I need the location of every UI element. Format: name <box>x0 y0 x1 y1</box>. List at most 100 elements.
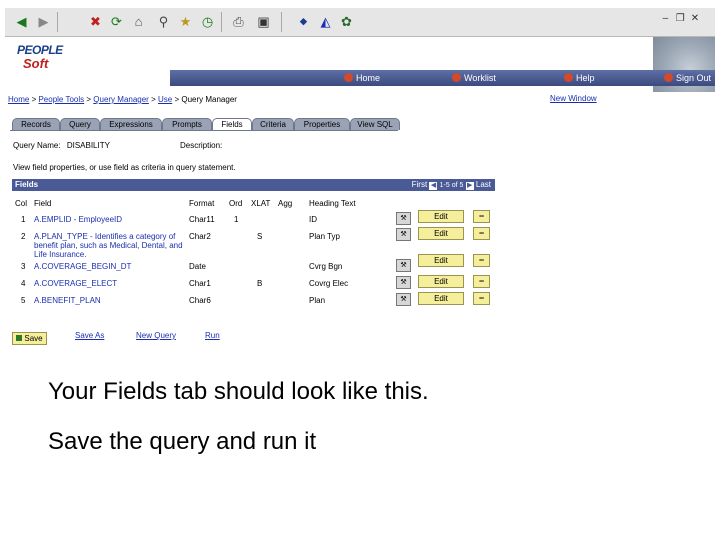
tab-prompts[interactable]: Prompts <box>162 118 212 130</box>
row-field[interactable]: A.PLAN_TYPE - Identifies a category of b… <box>34 232 184 259</box>
criteria-icon[interactable]: ⚒ <box>396 212 411 225</box>
forward-icon[interactable]: ▶ <box>35 13 52 30</box>
save-disk-icon <box>16 335 23 341</box>
home-icon <box>344 73 353 82</box>
criteria-icon[interactable]: ⚒ <box>396 276 411 289</box>
screenshot-frame: ◀ ▶ ✖ ⟳ ⌂ ⚲ ★ ◷ ⎙ ▣ ◆ ◭ ✿ – ❐ ✕ PEOPLE S… <box>5 8 715 352</box>
logo-text-bottom: Soft <box>23 56 49 71</box>
breadcrumb-peopletools[interactable]: People Tools <box>38 95 84 104</box>
col-header-heading: Heading Text <box>309 199 356 208</box>
row-format: Char1 <box>189 279 211 288</box>
toolbar-separator <box>281 12 282 32</box>
minimize-button[interactable]: – <box>659 13 671 24</box>
peoplesoft-header: PEOPLE Soft Home Worklist Help Sign Out <box>5 37 715 92</box>
toolbar-separator <box>57 12 58 32</box>
messenger-icon[interactable]: ◭ <box>317 13 334 30</box>
tab-properties[interactable]: Properties <box>294 118 350 130</box>
remove-button[interactable]: − <box>473 292 490 305</box>
row-heading: ID <box>309 215 317 224</box>
tab-underline <box>10 130 398 131</box>
new-window-link[interactable]: New Window <box>550 94 597 103</box>
save-as-link[interactable]: Save As <box>75 331 104 340</box>
nav-help-label: Help <box>576 73 595 83</box>
nav-worklist[interactable]: Worklist <box>452 72 496 84</box>
nav-home-label: Home <box>356 73 381 83</box>
top-nav-bar: Home Worklist Help Sign Out <box>170 70 715 86</box>
col-header-ord: Ord <box>229 199 243 208</box>
run-link[interactable]: Run <box>205 331 220 340</box>
nav-help[interactable]: Help <box>564 72 595 84</box>
edit-page-icon[interactable]: ▣ <box>255 13 272 30</box>
row-col: 4 <box>21 279 26 288</box>
remove-button[interactable]: − <box>473 227 490 240</box>
row-col: 1 <box>21 215 26 224</box>
tab-expressions[interactable]: Expressions <box>100 118 162 130</box>
row-col: 3 <box>21 262 26 271</box>
discuss-icon[interactable]: ◆ <box>295 13 312 30</box>
row-format: Char2 <box>189 232 211 241</box>
browser-toolbar: ◀ ▶ ✖ ⟳ ⌂ ⚲ ★ ◷ ⎙ ▣ ◆ ◭ ✿ – ❐ ✕ <box>5 8 715 37</box>
save-button[interactable]: Save <box>12 332 47 345</box>
new-query-link[interactable]: New Query <box>136 331 176 340</box>
row-format: Date <box>189 262 206 271</box>
signout-icon <box>664 73 673 82</box>
row-heading: Covrg Elec <box>309 279 349 288</box>
favorites-icon[interactable]: ★ <box>177 13 194 30</box>
related-icon[interactable]: ✿ <box>338 13 355 30</box>
nav-worklist-label: Worklist <box>464 73 496 83</box>
row-field[interactable]: A.BENEFIT_PLAN <box>34 296 101 305</box>
remove-button[interactable]: − <box>473 210 490 223</box>
edit-button[interactable]: Edit <box>418 210 464 223</box>
nav-signout[interactable]: Sign Out <box>664 72 711 84</box>
caption-line-2: Save the query and run it <box>48 428 317 455</box>
remove-button[interactable]: − <box>473 275 490 288</box>
row-heading: Plan Typ <box>309 232 340 241</box>
breadcrumb-use[interactable]: Use <box>158 95 172 104</box>
edit-button[interactable]: Edit <box>418 254 464 267</box>
description-label: Description: <box>180 141 223 150</box>
tab-strip: Records Query Expressions Prompts Fields… <box>10 118 400 131</box>
close-button[interactable]: ✕ <box>689 13 701 24</box>
edit-button[interactable]: Edit <box>418 275 464 288</box>
query-name-value: DISABILITY <box>66 141 110 150</box>
back-icon[interactable]: ◀ <box>13 13 30 30</box>
worklist-icon <box>452 73 461 82</box>
print-icon[interactable]: ⎙ <box>230 13 247 30</box>
tab-view-sql[interactable]: View SQL <box>350 118 400 130</box>
grid-next-icon[interactable]: ▶ <box>465 182 474 190</box>
home-icon[interactable]: ⌂ <box>130 13 147 30</box>
grid-last-link[interactable]: Last <box>476 180 491 189</box>
edit-button[interactable]: Edit <box>418 292 464 305</box>
grid-title: Fields <box>15 180 39 189</box>
breadcrumb: Home > People Tools > Query Manager > Us… <box>8 95 237 104</box>
fields-grid-header: Fields First ◀ 1-5 of 5 ▶ Last <box>12 179 495 191</box>
refresh-icon[interactable]: ⟳ <box>108 13 125 30</box>
row-heading: Cvrg Bgn <box>309 262 343 271</box>
grid-first-link[interactable]: First <box>412 180 428 189</box>
breadcrumb-query-manager[interactable]: Query Manager <box>93 95 149 104</box>
criteria-icon[interactable]: ⚒ <box>396 293 411 306</box>
query-name-label: Query Name: <box>13 141 61 150</box>
row-xlat: B <box>257 279 263 288</box>
stop-icon[interactable]: ✖ <box>87 13 104 30</box>
search-icon[interactable]: ⚲ <box>155 13 172 30</box>
row-field[interactable]: A.EMPLID - EmployeeID <box>34 215 122 224</box>
criteria-icon[interactable]: ⚒ <box>396 228 411 241</box>
maximize-button[interactable]: ❐ <box>674 13 686 24</box>
remove-button[interactable]: − <box>473 254 490 267</box>
tab-criteria[interactable]: Criteria <box>252 118 294 130</box>
tab-records[interactable]: Records <box>12 118 60 130</box>
history-icon[interactable]: ◷ <box>199 13 216 30</box>
criteria-icon[interactable]: ⚒ <box>396 259 411 272</box>
row-field[interactable]: A.COVERAGE_ELECT <box>34 279 117 288</box>
tab-query[interactable]: Query <box>60 118 100 130</box>
row-field[interactable]: A.COVERAGE_BEGIN_DT <box>34 262 131 271</box>
row-ord: 1 <box>234 215 239 224</box>
nav-home[interactable]: Home <box>344 72 380 84</box>
peoplesoft-logo: PEOPLE Soft <box>17 41 63 77</box>
window-controls: – ❐ ✕ <box>659 13 701 24</box>
breadcrumb-home[interactable]: Home <box>8 95 29 104</box>
row-format: Char11 <box>189 215 215 224</box>
edit-button[interactable]: Edit <box>418 227 464 240</box>
grid-prev-icon[interactable]: ◀ <box>429 182 438 190</box>
